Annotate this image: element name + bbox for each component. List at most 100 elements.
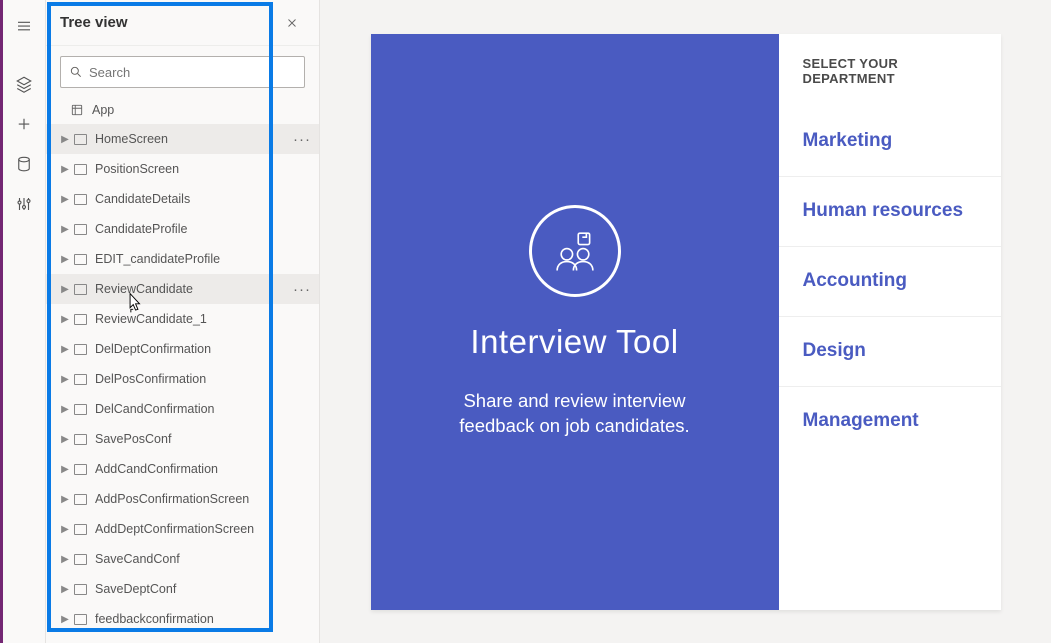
search-input-wrap[interactable] <box>60 56 305 88</box>
tree-header: Tree view <box>46 0 319 46</box>
plus-icon[interactable] <box>8 106 40 142</box>
department-item[interactable]: Accounting <box>779 246 1001 316</box>
tree-item[interactable]: ▶SavePosConf··· <box>46 424 319 454</box>
chevron-right-icon: ▶ <box>58 374 72 385</box>
tree-item-label: DelCandConfirmation <box>95 402 319 416</box>
tree-item[interactable]: ▶DelDeptConfirmation··· <box>46 334 319 364</box>
screen-icon <box>74 164 87 175</box>
tree-item[interactable]: ▶EDIT_candidateProfile··· <box>46 244 319 274</box>
tree-item-label: SaveCandConf <box>95 552 319 566</box>
tree-item-label: ReviewCandidate_1 <box>95 312 319 326</box>
settings-icon[interactable] <box>8 186 40 222</box>
hamburger-icon[interactable] <box>8 8 40 44</box>
department-item[interactable]: Marketing <box>779 106 1001 176</box>
chevron-right-icon: ▶ <box>58 434 72 445</box>
tree-item[interactable]: ▶AddCandConfirmation··· <box>46 454 319 484</box>
tree-items: App ▶HomeScreen···▶PositionScreen···▶Can… <box>46 96 319 643</box>
department-heading: SELECT YOUR DEPARTMENT <box>779 34 1001 106</box>
screen-icon <box>74 434 87 445</box>
preview-subtitle: Share and review interview feedback on j… <box>430 389 720 439</box>
tree-item-label: EDIT_candidateProfile <box>95 252 319 266</box>
chevron-right-icon: ▶ <box>58 554 72 565</box>
canvas-area: Interview Tool Share and review intervie… <box>320 0 1051 643</box>
tree-item[interactable]: ▶DelCandConfirmation··· <box>46 394 319 424</box>
tree-item-label: AddDeptConfirmationScreen <box>95 522 319 536</box>
screen-icon <box>74 464 87 475</box>
tree-item-label: DelPosConfirmation <box>95 372 319 386</box>
tree-item[interactable]: ▶PositionScreen··· <box>46 154 319 184</box>
tree-item-label: CandidateDetails <box>95 192 319 206</box>
tree-title: Tree view <box>60 14 128 31</box>
screen-icon <box>74 284 87 295</box>
tree-item-label: App <box>92 103 319 117</box>
chevron-right-icon: ▶ <box>58 584 72 595</box>
chevron-right-icon: ▶ <box>58 344 72 355</box>
tree-item[interactable]: ▶feedbackconfirmation··· <box>46 604 319 634</box>
department-item[interactable]: Management <box>779 386 1001 456</box>
tree-item[interactable]: ▶AddDeptConfirmationScreen··· <box>46 514 319 544</box>
screen-icon <box>74 134 87 145</box>
screen-icon <box>74 404 87 415</box>
screen-icon <box>74 344 87 355</box>
data-icon[interactable] <box>8 146 40 182</box>
screen-icon <box>74 374 87 385</box>
preview-splash: Interview Tool Share and review intervie… <box>371 34 779 610</box>
tree-item-label: AddPosConfirmationScreen <box>95 492 319 506</box>
tree-item-label: AddCandConfirmation <box>95 462 319 476</box>
app-preview: Interview Tool Share and review intervie… <box>371 34 1001 610</box>
chevron-right-icon: ▶ <box>58 194 72 205</box>
close-icon[interactable] <box>279 10 305 36</box>
tree-item[interactable]: ▶SaveDeptConf··· <box>46 574 319 604</box>
preview-right: SELECT YOUR DEPARTMENT MarketingHuman re… <box>779 34 1001 610</box>
tree-item-label: HomeScreen <box>95 132 319 146</box>
screen-icon <box>74 614 87 625</box>
app-logo-icon <box>529 205 621 297</box>
tree-item-label: ReviewCandidate <box>95 282 319 296</box>
tree-item-label: PositionScreen <box>95 162 319 176</box>
more-icon[interactable]: ··· <box>293 131 311 148</box>
tree-item[interactable]: ▶ ReviewCandidate··· <box>46 274 319 304</box>
tree-item[interactable]: ▶ HomeScreen··· <box>46 124 319 154</box>
department-list: MarketingHuman resourcesAccountingDesign… <box>779 106 1001 610</box>
tree-item-label: SaveDeptConf <box>95 582 319 596</box>
screen-icon <box>74 194 87 205</box>
tree-item-label: DelDeptConfirmation <box>95 342 319 356</box>
tree-item[interactable]: ▶CandidateDetails··· <box>46 184 319 214</box>
tree-item[interactable]: ▶SaveCandConf··· <box>46 544 319 574</box>
tree-item[interactable]: ▶DelPosConfirmation··· <box>46 364 319 394</box>
screen-icon <box>74 494 87 505</box>
screen-icon <box>74 554 87 565</box>
tree-item[interactable]: ▶CandidateProfile··· <box>46 214 319 244</box>
chevron-right-icon: ▶ <box>58 524 72 535</box>
screen-icon <box>74 524 87 535</box>
tree-item-label: SavePosConf <box>95 432 319 446</box>
department-item[interactable]: Human resources <box>779 176 1001 246</box>
screen-icon <box>74 584 87 595</box>
tree-item[interactable]: ▶AddPosConfirmationScreen··· <box>46 484 319 514</box>
tree-item-label: feedbackconfirmation <box>95 612 319 626</box>
chevron-right-icon: ▶ <box>58 494 72 505</box>
chevron-right-icon: ▶ <box>58 404 72 415</box>
chevron-right-icon: ▶ <box>58 164 72 175</box>
search-input[interactable] <box>89 65 296 80</box>
chevron-right-icon: ▶ <box>58 614 72 625</box>
search-container <box>46 46 319 96</box>
app-icon <box>70 103 84 117</box>
tree-item-label: CandidateProfile <box>95 222 319 236</box>
tree-item-app[interactable]: App <box>46 96 319 124</box>
screen-icon <box>74 314 87 325</box>
more-icon[interactable]: ··· <box>293 281 311 298</box>
tree-item[interactable]: ▶ReviewCandidate_1··· <box>46 304 319 334</box>
screen-icon <box>74 254 87 265</box>
preview-title: Interview Tool <box>470 323 678 361</box>
department-item[interactable]: Design <box>779 316 1001 386</box>
tree-view-panel: Tree view App ▶HomeScreen···▶PositionScr… <box>46 0 320 643</box>
screen-icon <box>74 224 87 235</box>
search-icon <box>69 65 83 79</box>
layers-icon[interactable] <box>8 66 40 102</box>
chevron-right-icon: ▶ <box>58 224 72 235</box>
chevron-right-icon: ▶ <box>58 464 72 475</box>
chevron-right-icon: ▶ <box>58 134 72 145</box>
left-rail <box>0 0 46 643</box>
chevron-right-icon: ▶ <box>58 284 72 295</box>
